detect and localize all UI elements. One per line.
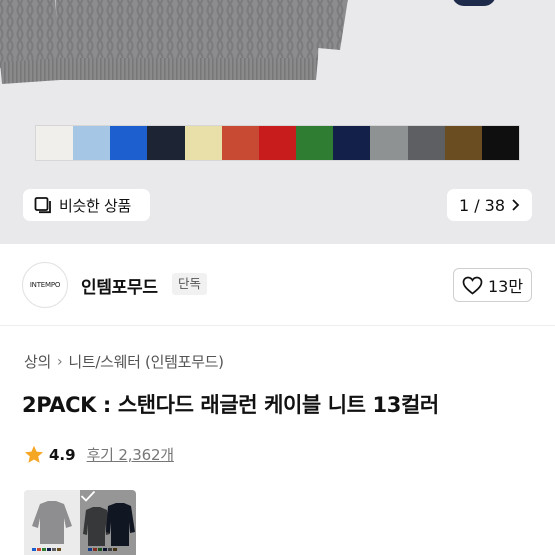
navy-sweater-image (452, 0, 496, 6)
color-swatch-10 (370, 126, 408, 160)
star-icon (25, 445, 43, 463)
color-swatch-13 (481, 126, 520, 160)
rating-row: 4.9 후기 2,362개 (24, 444, 174, 465)
brand-logo[interactable]: INTEMPO (22, 262, 68, 308)
color-swatch-strip (35, 125, 520, 161)
like-count: 13만 (487, 277, 524, 296)
rating-value: 4.9 (49, 445, 76, 464)
similar-items-icon (34, 197, 51, 214)
color-swatch-4 (147, 126, 185, 160)
color-swatch-2 (73, 126, 111, 160)
gray-sweater-image (0, 0, 348, 84)
brand-name[interactable]: 인템포무드 (81, 273, 158, 298)
image-pager-button[interactable]: 1 / 38 (447, 189, 532, 221)
color-swatch-7 (258, 126, 297, 160)
similar-items-button[interactable]: 비슷한 상품 (23, 189, 150, 221)
breadcrumb: 상의 › 니트/스웨터 (인템포무드) (24, 351, 224, 372)
product-image-area[interactable]: 비슷한 상품 1 / 38 (0, 0, 555, 244)
chevron-right-icon (512, 199, 520, 211)
chevron-right-icon: › (57, 353, 63, 370)
exclusive-badge: 단독 (172, 273, 208, 295)
brand-logo-text: INTEMPO (29, 281, 61, 289)
image-pager-label: 1 / 38 (458, 195, 506, 215)
product-title: 2PACK : 스탠다드 래글런 케이블 니트 13컬러 (22, 393, 439, 417)
gray-sweater-thumbnail (24, 490, 80, 555)
breadcrumb-subcategory[interactable]: 니트/스웨터 (인템포무드) (68, 351, 224, 372)
similar-items-label: 비슷한 상품 (59, 196, 131, 215)
color-swatch-8 (296, 126, 334, 160)
heart-outline-icon (462, 276, 483, 295)
color-swatch-12 (444, 126, 482, 160)
brand-row: INTEMPO 인템포무드 단독 13만 (0, 244, 555, 326)
color-swatch-3 (110, 126, 148, 160)
color-swatch-6 (221, 126, 259, 160)
option-thumbnail-dark[interactable] (80, 490, 136, 555)
breadcrumb-category[interactable]: 상의 (24, 351, 51, 372)
color-swatch-1 (36, 126, 74, 160)
like-button[interactable]: 13만 (453, 268, 532, 302)
color-swatch-11 (407, 126, 445, 160)
option-thumbnails (24, 490, 136, 555)
option-thumbnail-gray[interactable] (24, 490, 80, 555)
checkmark-icon (80, 490, 96, 502)
selected-overlay (80, 490, 136, 555)
review-count-link[interactable]: 후기 2,362개 (87, 444, 175, 465)
color-swatch-5 (184, 126, 222, 160)
color-swatch-9 (333, 126, 371, 160)
